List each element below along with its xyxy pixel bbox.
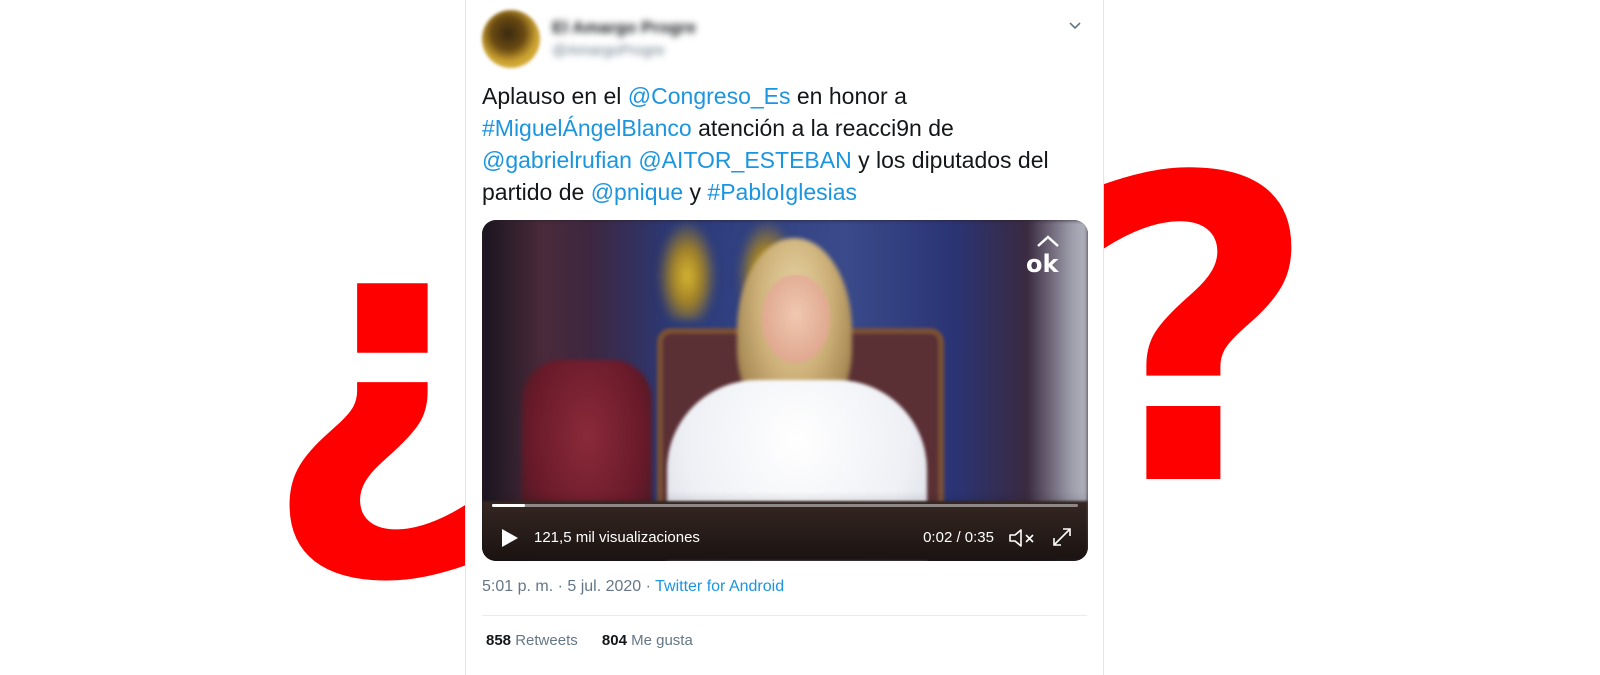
person-face xyxy=(762,275,830,363)
mute-icon[interactable] xyxy=(1008,527,1036,549)
author-name[interactable]: El Amargo Progre xyxy=(552,18,696,38)
mention-link[interactable]: @pnique xyxy=(591,179,683,205)
fullscreen-icon[interactable] xyxy=(1050,525,1074,549)
view-count: 121,5 mil visualizaciones xyxy=(534,529,700,546)
video-controls: 121,5 mil visualizaciones 0:02 / 0:35 xyxy=(482,523,1088,553)
retweets-stat[interactable]: 858 Retweets xyxy=(486,632,578,649)
video-time: 0:02 / 0:35 xyxy=(923,529,994,546)
retweets-label: Retweets xyxy=(515,632,578,649)
tweet-text-segment: en honor a xyxy=(790,83,907,109)
likes-count: 804 xyxy=(601,632,627,649)
inverted-question-mark: ¿ xyxy=(262,132,495,597)
tweet-meta: 5:01 p. m. · 5 jul. 2020 · Twitter for A… xyxy=(482,578,784,596)
question-mark: ? xyxy=(1075,90,1319,579)
hashtag-link[interactable]: #PabloIglesias xyxy=(707,179,857,205)
tweet-text-segment: y xyxy=(683,179,708,205)
ok-logo-text: ok xyxy=(1026,250,1059,276)
video-progress-fill xyxy=(492,504,526,507)
hashtag-link[interactable]: #MiguelÁngelBlanco xyxy=(482,115,692,141)
chevron-down-icon[interactable] xyxy=(1067,18,1083,34)
likes-label: Me gusta xyxy=(631,632,693,649)
video-progress-bar[interactable] xyxy=(492,504,1078,507)
play-icon[interactable] xyxy=(498,527,520,549)
tweet-text-segment: Aplauso en el xyxy=(482,83,628,109)
likes-stat[interactable]: 804 Me gusta xyxy=(602,632,693,649)
tweet-stats: 858 Retweets 804 Me gusta xyxy=(486,632,713,649)
stage: ¿ El Amargo Progre @AmargoProgre Aplauso… xyxy=(0,0,1600,675)
avatar[interactable] xyxy=(482,10,540,68)
flag-decoration xyxy=(652,220,722,320)
tweet-text-segment: atención a la reacci9n de xyxy=(691,115,954,141)
divider xyxy=(482,615,1087,616)
mention-link[interactable]: @AITOR_ESTEBAN xyxy=(638,147,851,173)
video-player[interactable]: ok 121,5 mil visualizaciones 0:02 / 0:35 xyxy=(482,220,1088,561)
mention-link[interactable]: @Congreso_Es xyxy=(628,83,791,109)
retweets-count: 858 xyxy=(486,632,512,649)
author-handle[interactable]: @AmargoProgre xyxy=(552,42,665,59)
tweet-text: Aplauso en el @Congreso_Es en honor a #M… xyxy=(482,80,1082,208)
timestamp[interactable]: 5:01 p. m. · 5 jul. 2020 · xyxy=(482,578,655,595)
ok-logo: ok xyxy=(1026,235,1059,276)
tweet-card[interactable]: El Amargo Progre @AmargoProgre Aplauso e… xyxy=(465,0,1104,675)
tweet-header: El Amargo Progre @AmargoProgre xyxy=(482,10,1089,70)
mention-link[interactable]: @gabrielrufian xyxy=(482,147,632,173)
source-link[interactable]: Twitter for Android xyxy=(655,578,784,595)
